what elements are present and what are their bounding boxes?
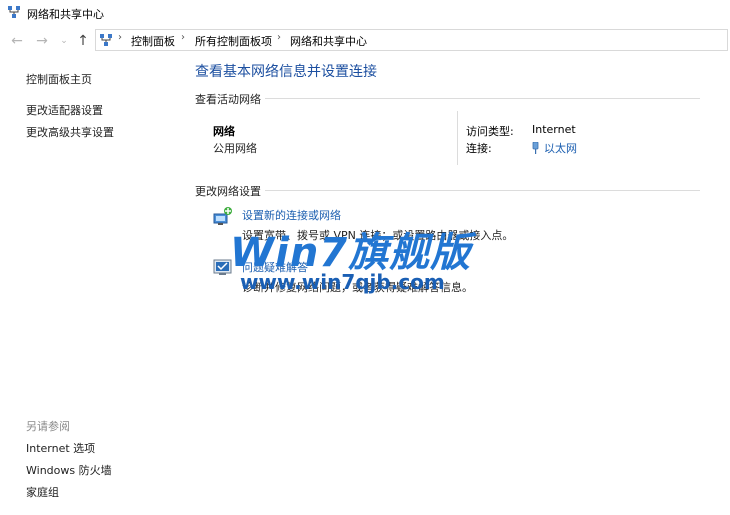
sidebar-item-windows-firewall[interactable]: Windows 防火墙 [26,462,112,478]
access-type-label: 访问类型: [466,125,514,138]
breadcrumb-all-items[interactable]: 所有控制面板项 [195,33,272,49]
connections-label: 连接: [466,142,492,155]
ethernet-connection-link[interactable]: 以太网 [532,140,577,156]
arrow-up-icon[interactable]: ↑ [74,31,92,51]
divider [195,98,700,99]
ethernet-label: 以太网 [544,142,577,155]
network-center-icon [8,6,20,18]
sidebar-item-control-panel-home[interactable]: 控制面板主页 [26,71,92,87]
page-title: 查看基本网络信息并设置连接 [195,64,377,80]
active-networks-heading: 查看活动网络 [195,91,265,107]
network-type-link[interactable]: 公用网络 [213,140,257,156]
network-name: 网络 [213,125,235,138]
sidebar-item-homegroup[interactable]: 家庭组 [26,484,59,500]
chevron-down-icon[interactable]: ⌄ [55,31,73,51]
navigation-bar: ← → ⌄ ↑ › 控制面板 › 所有控制面板项 › 网络和共享中心 [0,28,730,54]
chevron-right-icon[interactable]: › [118,32,122,43]
sidebar-item-internet-options[interactable]: Internet 选项 [26,440,95,456]
change-settings-heading: 更改网络设置 [195,183,265,199]
ethernet-icon [532,142,539,154]
breadcrumb-control-panel[interactable]: 控制面板 [131,33,175,49]
see-also-label: 另请参阅 [26,420,70,433]
troubleshoot-link[interactable]: 问题疑难解答 [242,259,308,275]
troubleshoot-description: 诊断并修复网络问题，或者获得疑难解答信息。 [242,281,473,294]
chevron-right-icon[interactable]: › [277,32,281,43]
control-panel-icon [100,34,112,46]
network-setup-icon [213,207,232,225]
divider [195,190,700,191]
sidebar-item-adapter-settings[interactable]: 更改适配器设置 [26,102,103,118]
setup-connection-description: 设置宽带、拨号或 VPN 连接；或设置路由器或接入点。 [242,229,514,242]
chevron-right-icon[interactable]: › [181,32,185,43]
setup-connection-link[interactable]: 设置新的连接或网络 [242,207,341,223]
address-bar[interactable]: › 控制面板 › 所有控制面板项 › 网络和共享中心 [95,29,728,51]
arrow-right-icon[interactable]: → [33,31,51,51]
window-title: 网络和共享中心 [27,8,104,21]
arrow-left-icon[interactable]: ← [8,31,26,51]
breadcrumb-network-center[interactable]: 网络和共享中心 [290,33,367,49]
access-type-value: Internet [532,123,576,136]
title-bar: 网络和共享中心 [0,0,730,26]
sidebar-item-advanced-sharing[interactable]: 更改高级共享设置 [26,124,114,140]
vertical-divider [457,111,458,165]
troubleshoot-icon [213,259,232,275]
